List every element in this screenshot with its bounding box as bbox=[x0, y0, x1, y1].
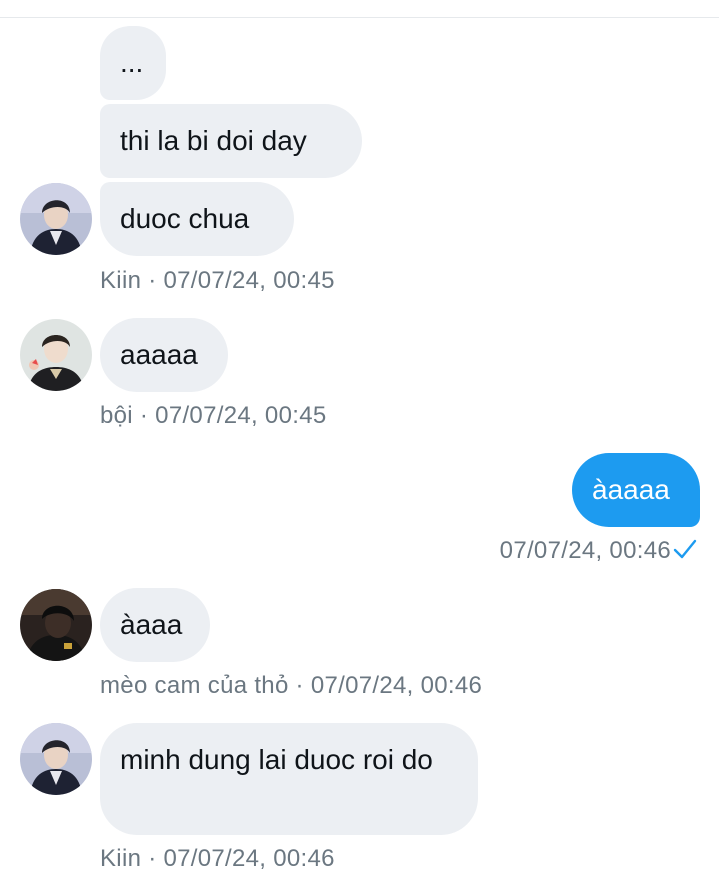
message-text: thi la bi doi day bbox=[120, 125, 307, 156]
avatar-kiin[interactable] bbox=[20, 723, 92, 795]
message-meta: mèo cam của thỏ · 07/07/24, 00:46 bbox=[100, 672, 482, 700]
avatar-kiin[interactable] bbox=[20, 183, 92, 255]
avatar-meo-cam-cua-tho[interactable] bbox=[20, 589, 92, 661]
sender-name[interactable]: Kiin bbox=[100, 267, 141, 294]
meta-separator: · bbox=[141, 267, 164, 294]
meta-separator: · bbox=[141, 845, 164, 872]
message-meta: Kiin · 07/07/24, 00:46 bbox=[100, 845, 335, 873]
sender-name[interactable]: mèo cam của thỏ bbox=[100, 672, 289, 699]
timestamp: 07/07/24, 00:46 bbox=[499, 537, 671, 564]
message-text: aaaaa bbox=[120, 339, 198, 370]
message-text: minh dung lai duoc roi do bbox=[120, 744, 433, 775]
message-text: àaaaa bbox=[592, 474, 670, 505]
message-bubble[interactable]: ... bbox=[100, 26, 166, 100]
message-bubble[interactable]: àaaa bbox=[100, 588, 210, 662]
meta-separator: · bbox=[288, 672, 311, 699]
check-icon bbox=[673, 538, 697, 567]
message-text: àaaa bbox=[120, 609, 183, 640]
sender-name[interactable]: bội bbox=[100, 402, 133, 429]
outgoing-message-bubble[interactable]: àaaaa bbox=[572, 453, 700, 527]
message-text: duoc chua bbox=[120, 203, 250, 234]
avatar-image bbox=[20, 183, 92, 255]
timestamp: 07/07/24, 00:45 bbox=[163, 267, 335, 294]
top-divider bbox=[0, 17, 719, 18]
outgoing-message-meta: 07/07/24, 00:46 bbox=[500, 537, 697, 567]
meta-separator: · bbox=[132, 402, 156, 429]
message-text: ... bbox=[120, 47, 144, 78]
message-meta: Kiin · 07/07/24, 00:45 bbox=[100, 267, 335, 295]
message-bubble[interactable]: aaaaa bbox=[100, 318, 228, 392]
message-bubble[interactable]: thi la bi doi day bbox=[100, 104, 362, 178]
avatar-boi[interactable] bbox=[20, 319, 92, 391]
message-bubble[interactable]: duoc chua bbox=[100, 182, 294, 256]
avatar-image bbox=[20, 319, 92, 391]
avatar-image bbox=[20, 723, 92, 795]
message-meta: bội · 07/07/24, 00:45 bbox=[100, 402, 327, 430]
message-bubble[interactable]: minh dung lai duoc roi do bbox=[100, 723, 478, 835]
timestamp: 07/07/24, 00:46 bbox=[310, 672, 483, 699]
timestamp: 07/07/24, 00:45 bbox=[155, 402, 327, 429]
avatar-image bbox=[20, 589, 92, 661]
timestamp: 07/07/24, 00:46 bbox=[163, 845, 335, 872]
sender-name[interactable]: Kiin bbox=[100, 845, 141, 872]
